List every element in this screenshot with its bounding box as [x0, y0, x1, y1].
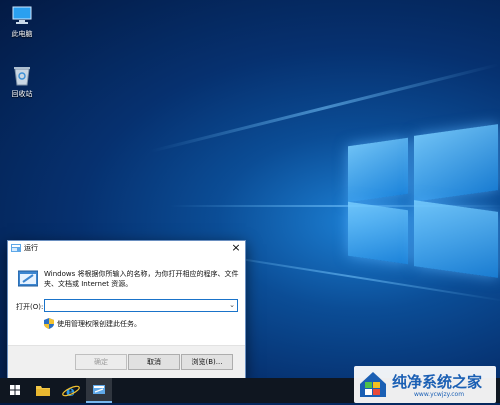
run-dialog-footer: 确定 取消 浏览(B)... — [8, 345, 245, 378]
close-button[interactable]: × — [230, 241, 242, 254]
run-dialog-body: 运行 × Windows 将根据你所输入的名称，为你打开相应的程序、文件夹、文档… — [8, 241, 245, 346]
run-dialog-title: 运行 — [24, 244, 38, 252]
run-app-icon — [93, 385, 105, 394]
watermark-url: www.ycwjzy.com — [414, 391, 465, 398]
taskbar-file-explorer[interactable] — [30, 378, 56, 403]
windows-start-icon — [10, 385, 20, 395]
desktop-icon-label: 回收站 — [11, 90, 33, 98]
cancel-button[interactable]: 取消 — [128, 354, 180, 370]
start-button[interactable] — [2, 378, 28, 403]
close-icon: × — [231, 241, 241, 254]
taskbar-internet-explorer[interactable]: e — [58, 378, 84, 403]
desktop-icon-this-pc[interactable]: 此电脑 — [4, 6, 40, 39]
run-dialog-description: Windows 将根据你所输入的名称，为你打开相应的程序、文件夹、文档或 Int… — [44, 270, 239, 288]
run-app-icon — [11, 244, 21, 252]
run-dialog-titlebar[interactable]: 运行 × — [8, 241, 245, 255]
desktop-icon-recycle-bin[interactable]: 回收站 — [4, 64, 40, 99]
desktop-icon-label: 此电脑 — [11, 30, 33, 38]
site-watermark: 纯净系统之家 www.ycwjzy.com — [354, 366, 496, 403]
uac-shield-icon — [44, 318, 54, 329]
file-explorer-icon — [36, 386, 50, 396]
ok-button[interactable]: 确定 — [75, 354, 127, 370]
run-program-icon — [18, 270, 38, 287]
open-input[interactable] — [45, 300, 227, 311]
open-combobox[interactable]: ⌄ — [44, 299, 238, 312]
taskbar-run-dialog[interactable] — [86, 378, 112, 403]
watermark-logo-icon — [360, 372, 386, 397]
wallpaper-windows-logo — [348, 124, 498, 279]
browse-button[interactable]: 浏览(B)... — [181, 354, 233, 370]
internet-explorer-icon: e — [62, 384, 80, 400]
run-dialog: 运行 × Windows 将根据你所输入的名称，为你打开相应的程序、文件夹、文档… — [7, 240, 246, 379]
computer-icon — [12, 6, 32, 24]
watermark-title: 纯净系统之家 — [392, 373, 483, 391]
recycle-bin-icon — [14, 67, 30, 86]
chevron-down-icon[interactable]: ⌄ — [229, 300, 235, 311]
admin-privileges-note: 使用管理权限创建此任务。 — [57, 320, 141, 328]
open-label: 打开(O): — [16, 303, 44, 311]
